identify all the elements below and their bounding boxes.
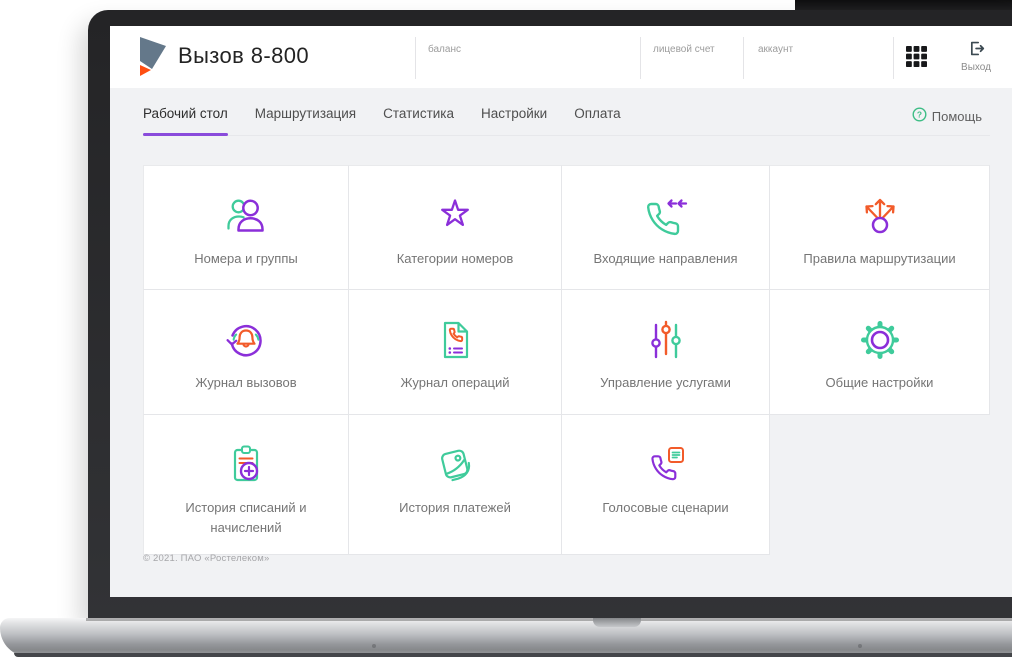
header-divider — [640, 37, 641, 79]
tile-numbers-groups[interactable]: Номера и группы — [143, 165, 349, 290]
tile-label: Журнал операций — [400, 375, 510, 390]
sliders-icon — [642, 316, 690, 364]
tab-statistics[interactable]: Статистика — [383, 106, 454, 136]
tile-label: Голосовые сценарии — [602, 500, 729, 515]
tile-label: Номера и группы — [194, 251, 298, 266]
incoming-call-icon — [642, 192, 690, 240]
empty-grid-cell — [770, 415, 990, 555]
tile-label: Журнал вызовов — [195, 375, 297, 390]
logout-label: Выход — [961, 62, 991, 73]
tile-label: История платежей — [399, 500, 511, 515]
wallet-icon — [431, 441, 479, 489]
tab-desktop[interactable]: Рабочий стол — [143, 106, 228, 136]
header-divider — [893, 37, 894, 79]
header-divider — [415, 37, 416, 79]
tile-payments-history[interactable]: История платежей — [349, 415, 562, 555]
tile-label: Правила маршрутизации — [803, 251, 956, 266]
account-field-account: аккаунт — [758, 44, 794, 55]
tab-routing[interactable]: Маршрутизация — [255, 106, 356, 136]
tile-label: История списаний и начислений — [185, 500, 307, 535]
account-field-personal-account: лицевой счет — [653, 44, 715, 55]
logout-icon — [968, 40, 985, 60]
help-label: Помощь — [931, 108, 982, 124]
operations-log-icon — [431, 316, 479, 364]
logout-button[interactable]: Выход — [951, 40, 1001, 73]
tile-incoming-directions[interactable]: Входящие направления — [562, 165, 770, 290]
tab-payment[interactable]: Оплата — [574, 106, 620, 136]
brand-logo[interactable] — [138, 37, 168, 77]
gear-icon — [856, 316, 904, 364]
tile-number-categories[interactable]: Категории номеров — [349, 165, 562, 290]
header-divider — [743, 37, 744, 79]
laptop-notch — [593, 618, 641, 627]
laptop-mockup: Вызов 8-800 баланс лицевой счет аккаунт Вы… — [0, 0, 1012, 667]
apps-grid-icon[interactable] — [905, 46, 927, 68]
tile-voice-scenarios[interactable]: Голосовые сценарии — [562, 415, 770, 555]
routing-icon — [856, 192, 904, 240]
tile-label: Категории номеров — [396, 251, 514, 266]
account-field-balance: баланс — [428, 44, 461, 55]
tile-call-log[interactable]: Журнал вызовов — [143, 290, 349, 415]
tab-settings[interactable]: Настройки — [481, 106, 547, 136]
voice-script-icon — [642, 441, 690, 489]
help-icon: ? — [912, 107, 927, 125]
tile-routing-rules[interactable]: Правила маршрутизации — [770, 165, 990, 290]
laptop-base — [0, 618, 1012, 657]
tile-charges-history[interactable]: История списаний и начислений — [143, 415, 349, 555]
svg-text:?: ? — [917, 109, 922, 119]
tiles-grid: Номера и группы Категории номеров Входящ… — [143, 165, 990, 555]
copyright: © 2021. ПАО «Ростелеком» — [143, 553, 270, 564]
clipboard-plus-icon — [222, 441, 270, 489]
tile-operations-log[interactable]: Журнал операций — [349, 290, 562, 415]
tile-general-settings[interactable]: Общие настройки — [770, 290, 990, 415]
tile-label: Управление услугами — [600, 375, 731, 390]
nav-tabbar: Рабочий стол Маршрутизация Статистика Настр… — [143, 106, 990, 136]
star-icon — [431, 192, 479, 240]
app-screen: Вызов 8-800 баланс лицевой счет аккаунт Вы… — [110, 26, 1012, 597]
app-title: Вызов 8-800 — [178, 43, 310, 68]
nav-tabs: Рабочий стол Маршрутизация Статистика Настр… — [143, 106, 990, 136]
tile-label: Входящие направления — [593, 251, 738, 266]
call-log-icon — [222, 316, 270, 364]
base-screw-dot — [372, 644, 376, 648]
tile-label: Общие настройки — [825, 375, 934, 390]
tile-service-management[interactable]: Управление услугами — [562, 290, 770, 415]
app-header: Вызов 8-800 баланс лицевой счет аккаунт Вы… — [110, 26, 1012, 88]
users-icon — [222, 192, 270, 240]
help-link[interactable]: ? Помощь — [912, 107, 982, 125]
base-screw-dot — [858, 644, 862, 648]
